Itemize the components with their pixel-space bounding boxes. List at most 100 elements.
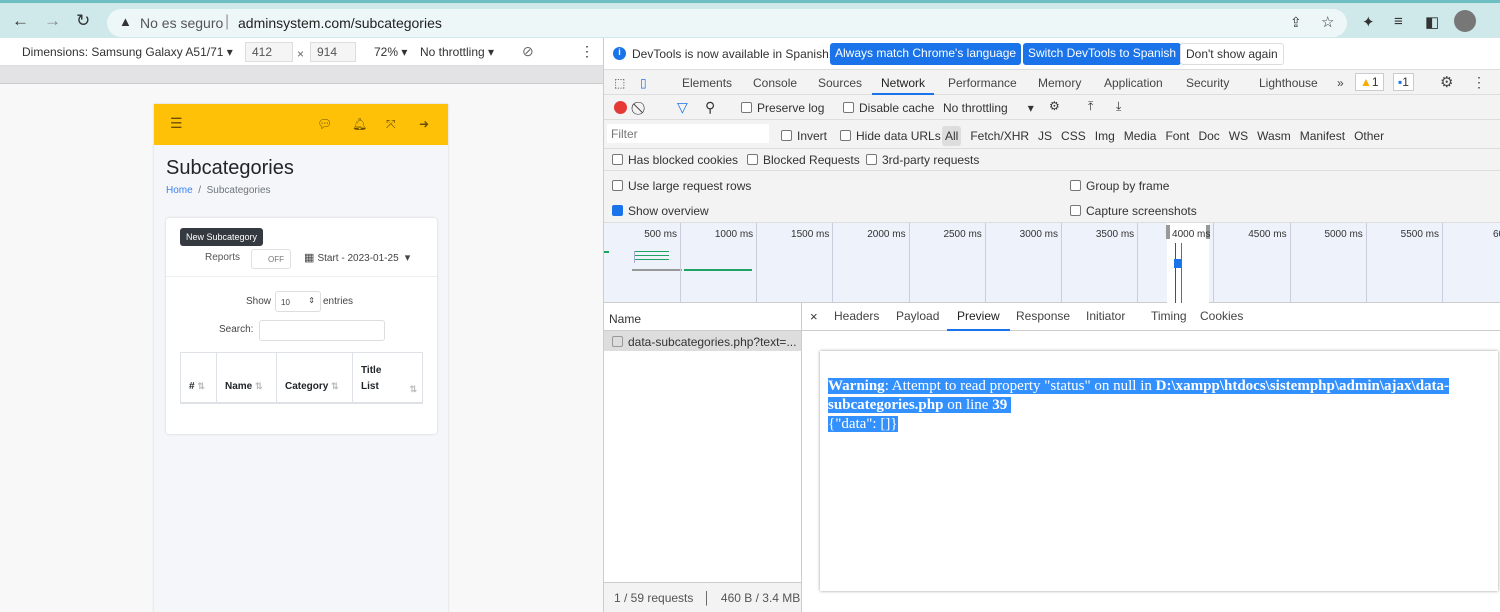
throttling-select[interactable]: No throttling ▾ [420, 45, 494, 59]
extensions-icon[interactable]: ✦ [1362, 13, 1375, 31]
breadcrumb-home[interactable]: Home [166, 185, 193, 196]
device-toggle-icon[interactable]: ▯ [640, 76, 647, 90]
column-header-number[interactable]: # ⇅ [181, 353, 217, 403]
network-overview[interactable]: 500 ms 1000 ms 1500 ms 2000 ms 2500 ms 3000 m… [604, 223, 1500, 303]
preserve-log-checkbox[interactable]: Preserve log [741, 101, 824, 115]
zoom-select[interactable]: 72% ▾ [374, 45, 407, 59]
filter-type-css[interactable]: CSS [1061, 129, 1086, 143]
filter-type-manifest[interactable]: Manifest [1300, 129, 1345, 143]
tab-application[interactable]: Application [1104, 76, 1163, 90]
name-column-header[interactable]: Name [604, 303, 801, 331]
dimensions-select[interactable]: Dimensions: Samsung Galaxy A51/71 ▾ [22, 45, 233, 59]
column-header-title-list[interactable]: Title List ⇅ [353, 353, 423, 403]
has-blocked-cookies-checkbox[interactable]: Has blocked cookies [612, 153, 738, 167]
dont-show-again-button[interactable]: Don't show again [1180, 43, 1284, 65]
filter-type-ws[interactable]: WS [1229, 129, 1248, 143]
detail-tab-payload[interactable]: Payload [896, 309, 939, 323]
menu-icon[interactable]: ☰ [170, 115, 183, 132]
detail-tab-headers[interactable]: Headers [834, 309, 879, 323]
filter-type-doc[interactable]: Doc [1198, 129, 1219, 143]
filter-type-fetchxhr[interactable]: Fetch/XHR [970, 129, 1029, 143]
url-text[interactable]: adminsystem.com/subcategories [238, 15, 442, 31]
filter-type-all[interactable]: All [942, 126, 962, 146]
security-label[interactable]: No es seguro [140, 15, 223, 31]
third-party-checkbox[interactable]: 3rd-party requests [866, 153, 979, 167]
throttling-select[interactable]: No throttling ▾ [943, 101, 1034, 115]
record-icon[interactable] [614, 101, 627, 114]
inspect-icon[interactable]: ⬚ [614, 76, 625, 90]
column-header-category[interactable]: Category ⇅ [277, 353, 353, 403]
filter-type-font[interactable]: Font [1165, 129, 1189, 143]
detail-tab-cookies[interactable]: Cookies [1200, 309, 1243, 323]
group-by-frame-checkbox[interactable]: Group by frame [1070, 179, 1169, 193]
share-icon[interactable]: ⇪ [1290, 14, 1302, 31]
detail-tab-response[interactable]: Response [1016, 309, 1070, 323]
import-har-icon[interactable]: ⤒ [1088, 99, 1093, 114]
capture-screenshots-checkbox[interactable]: Capture screenshots [1070, 204, 1197, 218]
close-icon[interactable]: × [810, 309, 818, 324]
network-conditions-icon[interactable]: ⚙ [1049, 99, 1060, 113]
forward-icon[interactable]: → [44, 11, 61, 31]
side-panel-icon[interactable]: ◧ [1425, 13, 1439, 31]
back-icon[interactable]: ← [12, 11, 29, 31]
filter-input[interactable]: Filter [607, 124, 769, 143]
rotate-icon[interactable]: ⊘ [522, 43, 534, 60]
tab-security[interactable]: Security [1186, 76, 1229, 90]
column-header-name[interactable]: Name ⇅ [217, 353, 277, 403]
address-bar[interactable]: ▲ No es seguro | adminsystem.com/subcate… [107, 9, 1347, 37]
request-row[interactable]: data-subcategories.php?text=... [604, 331, 801, 351]
large-rows-checkbox[interactable]: Use large request rows [612, 179, 751, 193]
reports-toggle[interactable]: OFF [251, 249, 291, 269]
export-har-icon[interactable]: ⤓ [1116, 99, 1121, 114]
width-input[interactable]: 412 [245, 42, 293, 62]
tab-console[interactable]: Console [753, 76, 797, 90]
fullscreen-icon[interactable]: ⤧ [386, 117, 396, 132]
grid-line [1061, 223, 1062, 303]
settings-gear-icon[interactable]: ⚙ [1440, 73, 1453, 91]
hide-data-urls-checkbox[interactable]: Hide data URLs [840, 129, 941, 143]
filter-type-wasm[interactable]: Wasm [1257, 129, 1291, 143]
more-tabs-icon[interactable]: » [1337, 76, 1344, 90]
filter-type-media[interactable]: Media [1124, 129, 1157, 143]
checkbox [741, 102, 752, 113]
bookmark-star-icon[interactable]: ☆ [1321, 13, 1334, 31]
always-match-language-button[interactable]: Always match Chrome's language [830, 43, 1022, 65]
search-icon[interactable]: ⚲ [705, 99, 715, 116]
avatar[interactable] [1454, 10, 1476, 32]
dom-content-loaded-line [1175, 243, 1176, 303]
disable-cache-checkbox[interactable]: Disable cache [843, 101, 934, 115]
messages-badge[interactable]: ▪1 [1393, 73, 1414, 91]
warnings-badge[interactable]: ▲1 [1355, 73, 1384, 91]
show-overview-checkbox[interactable]: Show overview [612, 204, 709, 218]
logout-icon[interactable]: ➜ [419, 117, 429, 131]
bell-icon[interactable]: 🔔︎ [352, 117, 367, 131]
detail-tab-initiator[interactable]: Initiator [1086, 309, 1125, 323]
more-icon[interactable]: ⋮ [580, 43, 594, 60]
tab-performance[interactable]: Performance [948, 76, 1017, 90]
reload-icon[interactable]: ↻ [76, 11, 90, 31]
media-query-ruler[interactable] [0, 66, 603, 84]
height-input[interactable]: 914 [310, 42, 356, 62]
warning-icon: ▲ [1360, 75, 1372, 89]
filter-type-other[interactable]: Other [1354, 129, 1384, 143]
media-icon[interactable]: ≡ [1394, 13, 1403, 30]
blocked-requests-label: Blocked Requests [763, 153, 860, 167]
tab-sources[interactable]: Sources [818, 76, 862, 90]
chat-icon[interactable]: 💬︎ [317, 117, 332, 131]
devtools-menu-icon[interactable]: ⋮ [1472, 74, 1486, 91]
tab-memory[interactable]: Memory [1038, 76, 1081, 90]
filter-type-js[interactable]: JS [1038, 129, 1052, 143]
search-input[interactable] [259, 320, 385, 341]
invert-checkbox[interactable]: Invert [781, 129, 827, 143]
filter-icon[interactable]: ▽ [677, 99, 688, 116]
filter-type-img[interactable]: Img [1095, 129, 1115, 143]
switch-to-spanish-button[interactable]: Switch DevTools to Spanish [1023, 43, 1182, 65]
tab-lighthouse[interactable]: Lighthouse [1259, 76, 1318, 90]
tab-network[interactable]: Network [872, 76, 935, 95]
tab-elements[interactable]: Elements [682, 76, 732, 90]
date-range-picker[interactable]: ▦ Start - 2023-01-25 ▾ [304, 251, 410, 264]
entries-select[interactable]: 10 ⇕ [275, 291, 321, 312]
detail-tab-timing[interactable]: Timing [1151, 309, 1187, 323]
blocked-requests-checkbox[interactable]: Blocked Requests [747, 153, 860, 167]
detail-tab-preview[interactable]: Preview [947, 309, 1010, 331]
